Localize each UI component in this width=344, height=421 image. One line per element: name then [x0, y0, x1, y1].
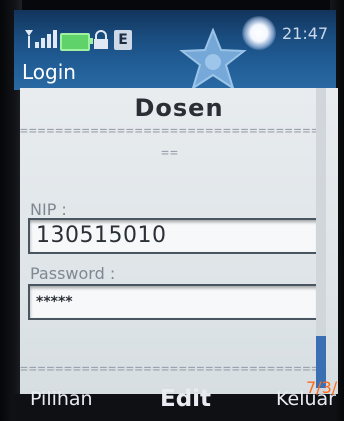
nip-label: NIP :: [30, 200, 67, 219]
screen-title: Login: [22, 60, 76, 84]
form-heading: Dosen: [134, 94, 224, 122]
theme-star-icon: [179, 28, 247, 91]
signal-icon: [25, 30, 57, 48]
screen-glare: [242, 16, 276, 50]
lock-icon: [94, 30, 108, 49]
clock-time: 21:47: [282, 24, 329, 43]
separator-bottom: =======================================: [20, 362, 320, 377]
separator-top: =======================================: [20, 124, 320, 139]
edge-badge-icon: E: [114, 30, 132, 50]
photo-date-stamp: 7/3/: [306, 378, 338, 397]
separator-short: ==: [161, 146, 179, 161]
nip-value: 130515010: [36, 223, 167, 248]
password-value: *****: [36, 294, 73, 310]
nip-input[interactable]: 130515010: [28, 218, 320, 254]
login-form-panel: Dosen ==================================…: [20, 88, 338, 394]
scrollbar[interactable]: [316, 88, 326, 394]
battery-icon: [60, 33, 93, 51]
softkey-edit[interactable]: Edit: [160, 386, 211, 412]
softkey-bar: Pilihan Edit Keluar: [14, 386, 336, 421]
password-input[interactable]: *****: [28, 284, 320, 320]
password-label: Password :: [30, 264, 116, 283]
phone-bezel-top: [0, 0, 344, 10]
softkey-options[interactable]: Pilihan: [30, 388, 93, 410]
